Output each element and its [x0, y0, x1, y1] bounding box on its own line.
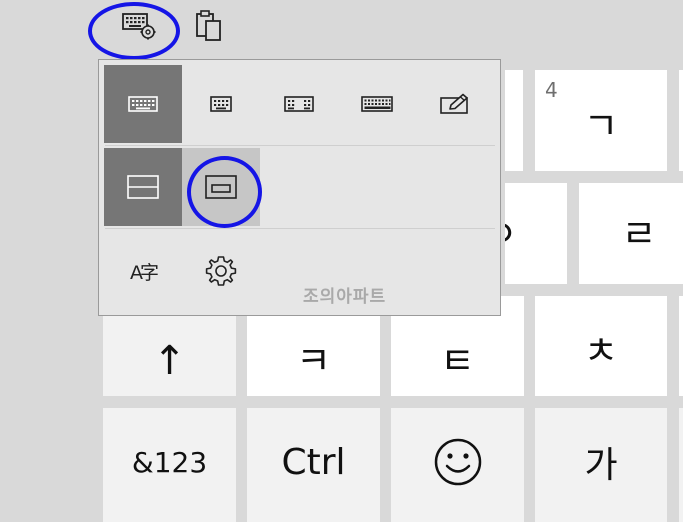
key-label: ㅇ	[505, 215, 518, 253]
key-label: ㅊ	[583, 329, 619, 373]
key-giyeok[interactable]: 4 ㄱ	[535, 70, 667, 171]
layout-full-keyboard[interactable]	[338, 65, 416, 143]
key-label: &123	[131, 445, 208, 479]
key-chieut[interactable]: ㅊ	[535, 296, 667, 396]
smiley-icon	[434, 438, 481, 486]
key-ieung[interactable]: ㅇ	[505, 183, 567, 284]
menu-divider	[105, 145, 495, 146]
key-label: 가	[584, 445, 618, 486]
key-label: ↑	[152, 338, 187, 384]
clipboard-icon	[196, 10, 221, 41]
keyboard-split-icon	[284, 96, 314, 112]
key-row1-partial[interactable]	[505, 70, 523, 171]
key-row3-edge[interactable]	[679, 296, 683, 396]
keyboard-settings-button[interactable]	[111, 0, 167, 50]
key-ctrl[interactable]: Ctrl	[247, 408, 380, 522]
layout-small-keyboard[interactable]	[182, 65, 260, 143]
keyboard-small-icon	[210, 96, 232, 112]
key-rieul[interactable]: ㄹ	[579, 183, 683, 284]
key-row4-edge[interactable]	[679, 408, 683, 522]
keyboard-full-icon	[361, 96, 393, 112]
key-hint: 4	[545, 78, 558, 102]
keyboard-options-menu: A字 조의아파트	[98, 59, 501, 316]
key-hangul[interactable]: 가	[535, 408, 667, 522]
key-symbols[interactable]: &123	[103, 408, 236, 522]
key-row1-edge[interactable]	[679, 70, 683, 171]
key-label: ㅌ	[440, 339, 475, 383]
settings-option[interactable]	[182, 232, 260, 310]
settings-gear-icon	[205, 256, 237, 286]
keyboard-settings-icon	[122, 13, 156, 40]
layout-handwriting[interactable]	[416, 65, 494, 143]
watermark: 조의아파트	[303, 287, 387, 307]
layout-split-keyboard[interactable]	[260, 65, 338, 143]
keyboard-default-icon	[128, 96, 158, 112]
key-label: ㄹ	[621, 211, 657, 256]
key-label: ㄱ	[583, 103, 619, 148]
layout-default-keyboard[interactable]	[104, 65, 182, 143]
menu-divider	[105, 228, 495, 229]
key-emoji[interactable]	[391, 408, 524, 522]
key-label: ㅋ	[296, 339, 331, 383]
docked-keyboard-option[interactable]	[104, 148, 182, 226]
floating-keyboard-icon	[205, 175, 237, 199]
language-icon: A字	[130, 261, 159, 284]
handwriting-pen-icon	[440, 93, 468, 114]
key-label: Ctrl	[281, 441, 346, 483]
floating-keyboard-option[interactable]	[182, 148, 260, 226]
docked-keyboard-icon	[127, 175, 159, 199]
clipboard-button[interactable]	[181, 0, 237, 50]
language-option[interactable]: A字	[104, 232, 182, 310]
